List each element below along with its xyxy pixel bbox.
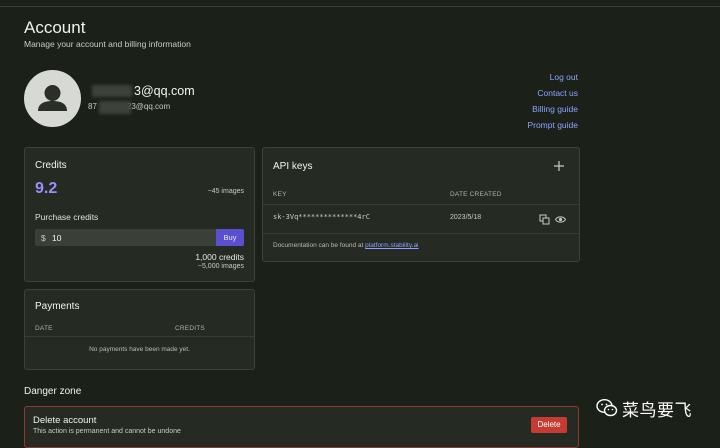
top-divider [0,6,720,7]
wechat-icon [596,398,618,417]
col-key-header: KEY [273,191,287,198]
eye-icon[interactable] [555,214,566,225]
add-key-icon[interactable] [553,160,565,172]
secondary-redaction [99,101,131,114]
platform-link[interactable]: platform.stability.ai [365,242,418,249]
billing-guide-link[interactable]: Billing guide [527,101,578,117]
wechat-watermark: 菜鸟要飞 [596,396,714,421]
purchase-credits-label: Purchase credits [35,212,99,222]
email-redaction [92,85,132,97]
delete-account-title: Delete account [33,415,97,426]
delete-account-panel: Delete account This action is permanent … [24,406,579,448]
log-out-link[interactable]: Log out [527,69,578,85]
page-subtitle: Manage your account and billing informat… [24,39,191,49]
watermark-text: 菜鸟要飞 [622,401,692,421]
currency-symbol: $ [41,233,46,243]
page-title: Account [24,18,86,37]
credit-balance: 9.2 [35,180,58,197]
purchase-credits-total: 1,000 credits [195,252,244,262]
row-divider [25,336,254,337]
user-icon [38,85,67,111]
api-keys-panel: API keys KEY DATE CREATED sk-3Vq********… [262,147,580,262]
contact-us-link[interactable]: Contact us [527,85,578,101]
payments-col-credits: CREDITS [175,325,205,332]
purchase-amount-input[interactable]: $ 10 [35,229,216,246]
payments-empty-message: No payments have been made yet. [89,346,190,353]
danger-zone-heading: Danger zone [24,386,82,397]
credit-images-estimate: ~45 images [207,188,244,195]
account-links: Log out Contact us Billing guide Prompt … [527,69,578,133]
credits-panel: Credits 9.2 ~45 images Purchase credits … [24,147,255,282]
row-divider [263,233,579,234]
purchase-images-estimate: ~5,000 images [197,263,244,270]
api-key-value: sk-3Vq**************4rC [273,213,370,221]
avatar [24,70,81,127]
documentation-note: Documentation can be found at platform.s… [273,242,419,249]
prompt-guide-link[interactable]: Prompt guide [527,117,578,133]
payments-col-date: DATE [35,325,53,332]
delete-account-button[interactable]: Delete [531,417,567,433]
buy-button[interactable]: Buy [216,229,244,246]
row-divider [263,204,579,205]
credits-title: Credits [35,160,67,171]
delete-account-warning: This action is permanent and cannot be u… [33,428,181,435]
api-keys-title: API keys [273,161,313,172]
purchase-amount-value: 10 [52,233,62,243]
copy-icon[interactable] [539,214,550,225]
payments-panel: Payments DATE CREDITS No payments have b… [24,289,255,370]
payments-title: Payments [35,301,80,312]
api-key-date: 2023/5/18 [450,214,482,221]
col-date-header: DATE CREATED [450,191,502,198]
